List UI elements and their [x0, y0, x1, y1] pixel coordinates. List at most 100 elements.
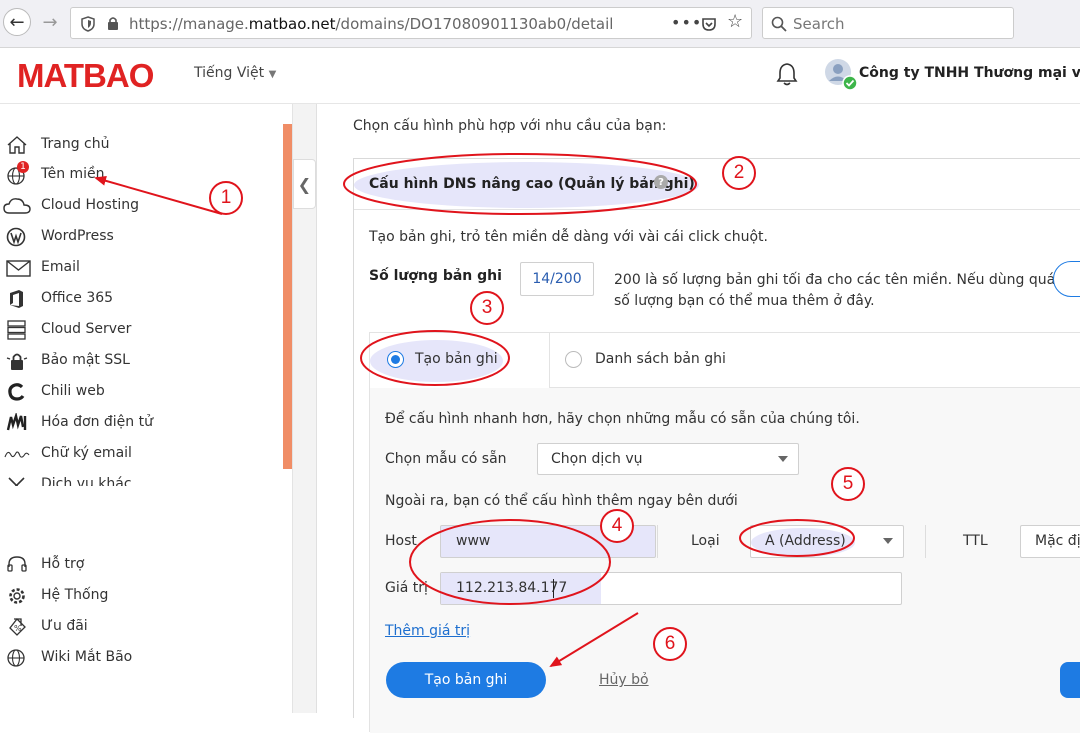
type-select[interactable]: A (Address) — [750, 525, 904, 558]
sidebar-item-wordpress[interactable]: WordPress — [0, 221, 280, 251]
annotation-number-1: 1 — [209, 181, 243, 215]
sidebar-item-label: Chili web — [41, 383, 105, 399]
divider — [925, 525, 926, 558]
language-selector[interactable]: Tiếng Việt ▼ — [194, 65, 276, 81]
sidebar-item-label: WordPress — [41, 228, 114, 244]
sidebar-item-promotions[interactable]: % Ưu đãi — [0, 611, 280, 641]
sidebar-item-label: Chữ ký email — [41, 445, 132, 461]
sidebar-item-system[interactable]: Hệ Thống — [0, 580, 280, 610]
chili-icon — [8, 383, 25, 401]
avatar[interactable] — [824, 58, 858, 92]
sidebar-item-other-services[interactable]: Dịch vụ khác — [0, 469, 280, 486]
panel-title: Cấu hình DNS nâng cao (Quản lý bản ghi) — [369, 176, 695, 192]
lock-icon[interactable] — [107, 16, 119, 31]
tab-create-record[interactable]: Tạo bản ghi — [370, 333, 550, 388]
sidebar: Trang chủ 1 Tên miền Cloud Hosting WordP… — [0, 104, 293, 713]
more-horizontal-icon[interactable]: ••• — [671, 13, 702, 32]
tracking-shield-icon[interactable] — [81, 16, 95, 32]
sidebar-item-office365[interactable]: Office 365 — [0, 283, 280, 313]
sidebar-item-support[interactable]: Hỗ trợ — [0, 549, 280, 579]
sidebar-item-label: Email — [41, 259, 80, 275]
radio-create-selected[interactable] — [387, 351, 404, 368]
chevron-down-icon — [883, 538, 893, 544]
help-icon[interactable]: ? — [654, 175, 668, 189]
sidebar-item-email[interactable]: Email — [0, 252, 280, 282]
record-count-help-line1: 200 là số lượng bản ghi tối đa cho các t… — [614, 272, 1056, 288]
annotation-number-6: 6 — [653, 627, 687, 661]
main-content: Chọn cấu hình phù hợp với nhu cầu của bạ… — [318, 104, 1080, 733]
extra-hint: Ngoài ra, bạn có thể cấu hình thêm ngay … — [385, 493, 738, 509]
cloud-icon — [3, 198, 31, 214]
matbao-logo[interactable]: MATBAO — [17, 57, 154, 95]
buy-more-button[interactable] — [1053, 261, 1080, 297]
notification-bell-icon[interactable] — [776, 62, 798, 86]
value-input[interactable]: 112.213.84.177 — [440, 572, 902, 605]
url-bar[interactable]: https://manage.matbao.net/domains/DO1708… — [70, 7, 752, 39]
sidebar-item-label: Tên miền — [41, 166, 105, 182]
discount-icon: % — [9, 618, 26, 636]
tab-list-label: Danh sách bản ghi — [595, 351, 726, 367]
back-arrow-icon[interactable]: ← — [3, 8, 31, 36]
panel-description: Tạo bản ghi, trỏ tên miền dễ dàng với và… — [369, 229, 768, 245]
value-label: Giá trị — [385, 580, 428, 596]
sidebar-item-ssl[interactable]: Bảo mật SSL — [0, 345, 280, 375]
server-icon — [7, 320, 26, 340]
sidebar-item-einvoice[interactable]: Hóa đơn điện tử — [0, 407, 280, 437]
annotation-number-2: 2 — [722, 156, 756, 190]
sidebar-item-domains[interactable]: 1 Tên miền — [0, 159, 280, 189]
record-count-label: Số lượng bản ghi — [369, 268, 502, 284]
tools-icon — [8, 477, 25, 486]
language-label: Tiếng Việt — [194, 65, 265, 81]
signature-icon — [4, 451, 30, 458]
sidebar-item-label: Hóa đơn điện tử — [41, 414, 153, 430]
record-count-help-line2: số lượng bạn có thể mua thêm ở đây. — [614, 293, 875, 309]
template-select[interactable]: Chọn dịch vụ — [537, 443, 799, 475]
sidebar-item-home[interactable]: Trang chủ — [0, 129, 280, 159]
sidebar-item-chili-web[interactable]: Chili web — [0, 376, 280, 406]
text-cursor — [553, 579, 554, 598]
chevron-down-icon — [778, 456, 788, 462]
pocket-icon[interactable] — [701, 16, 717, 32]
invoice-icon — [6, 413, 27, 431]
chevron-down-icon: ▼ — [268, 69, 277, 80]
radio-list[interactable] — [565, 351, 582, 368]
collapse-sidebar-button[interactable]: ❮ — [293, 159, 316, 209]
side-action-button[interactable] — [1060, 662, 1080, 698]
sidebar-item-email-signature[interactable]: Chữ ký email — [0, 438, 280, 468]
type-label: Loại — [691, 533, 720, 549]
forward-arrow-icon[interactable]: → — [36, 8, 64, 36]
add-value-link[interactable]: Thêm giá trị — [385, 623, 470, 639]
ttl-select[interactable]: Mặc định — [1020, 525, 1080, 558]
cancel-link[interactable]: Hủy bỏ — [599, 672, 649, 688]
sidebar-item-label: Cloud Hosting — [41, 197, 139, 213]
tab-create-label: Tạo bản ghi — [415, 351, 498, 367]
bookmark-star-icon[interactable]: ☆ — [727, 11, 743, 32]
sidebar-item-wiki[interactable]: Wiki Mắt Bão — [0, 642, 280, 672]
company-name[interactable]: Công ty TNHH Thương mại và Sả — [859, 65, 1080, 81]
sidebar-item-label: Hệ Thống — [41, 587, 109, 603]
mail-icon — [6, 260, 31, 277]
sidebar-item-cloud-server[interactable]: Cloud Server — [0, 314, 280, 344]
search-bar[interactable]: Search — [762, 7, 1014, 39]
ttl-select-value: Mặc định — [1035, 533, 1080, 549]
sidebar-item-label: Cloud Server — [41, 321, 132, 337]
sidebar-scrollbar[interactable] — [283, 124, 292, 469]
template-label: Chọn mẫu có sẵn — [385, 451, 507, 467]
annotation-number-3: 3 — [470, 291, 504, 325]
browser-toolbar: ← → https://manage.matbao.net/domains/DO… — [0, 0, 1080, 48]
notification-badge: 1 — [17, 161, 29, 173]
record-tabs-area: Tạo bản ghi Danh sách bản ghi Để cấu hìn… — [369, 332, 1080, 733]
tab-record-list[interactable]: Danh sách bản ghi — [550, 333, 1080, 388]
record-count-value: 14/200 — [520, 262, 594, 296]
gear-icon — [9, 588, 25, 604]
office-icon — [10, 290, 23, 308]
search-icon — [771, 16, 787, 32]
sidebar-item-label: Trang chủ — [41, 136, 110, 152]
dns-panel-header[interactable]: Cấu hình DNS nâng cao (Quản lý bản ghi) … — [354, 159, 1080, 210]
create-record-button[interactable]: Tạo bản ghi — [386, 662, 546, 698]
sidebar-item-label: Bảo mật SSL — [41, 352, 130, 368]
sidebar-item-label: Office 365 — [41, 290, 114, 306]
url-text[interactable]: https://manage.matbao.net/domains/DO1708… — [129, 15, 613, 33]
ttl-label: TTL — [963, 533, 988, 549]
home-icon — [7, 136, 27, 154]
